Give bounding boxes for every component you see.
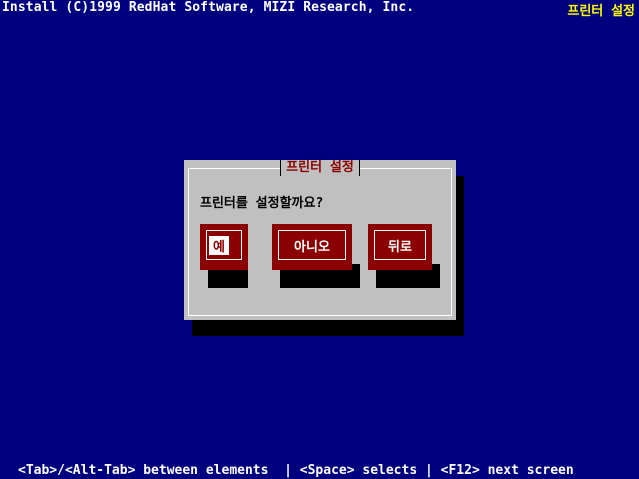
header-bar: Install (C)1999 RedHat Software, MIZI Re… [0,0,639,19]
yes-button[interactable]: 예 [200,224,248,270]
dialog-question: 프린터를 설정할까요? [200,196,324,211]
no-button-label: 아니오 [278,230,346,260]
back-button[interactable]: 뒤로 [368,224,432,270]
printer-setup-dialog: 프린터 설정 프린터를 설정할까요? 예 아니오 뒤로 [184,160,456,320]
header-copyright: Install (C)1999 RedHat Software, MIZI Re… [2,0,415,15]
dialog-title: 프린터 설정 [280,160,360,176]
footer-help: <Tab>/<Alt-Tab> between elements | <Spac… [18,463,574,478]
no-button[interactable]: 아니오 [272,224,352,270]
yes-button-label: 예 [209,235,229,255]
back-button-label: 뒤로 [374,230,426,260]
header-screen-title: 프린터 설정 [567,4,635,19]
